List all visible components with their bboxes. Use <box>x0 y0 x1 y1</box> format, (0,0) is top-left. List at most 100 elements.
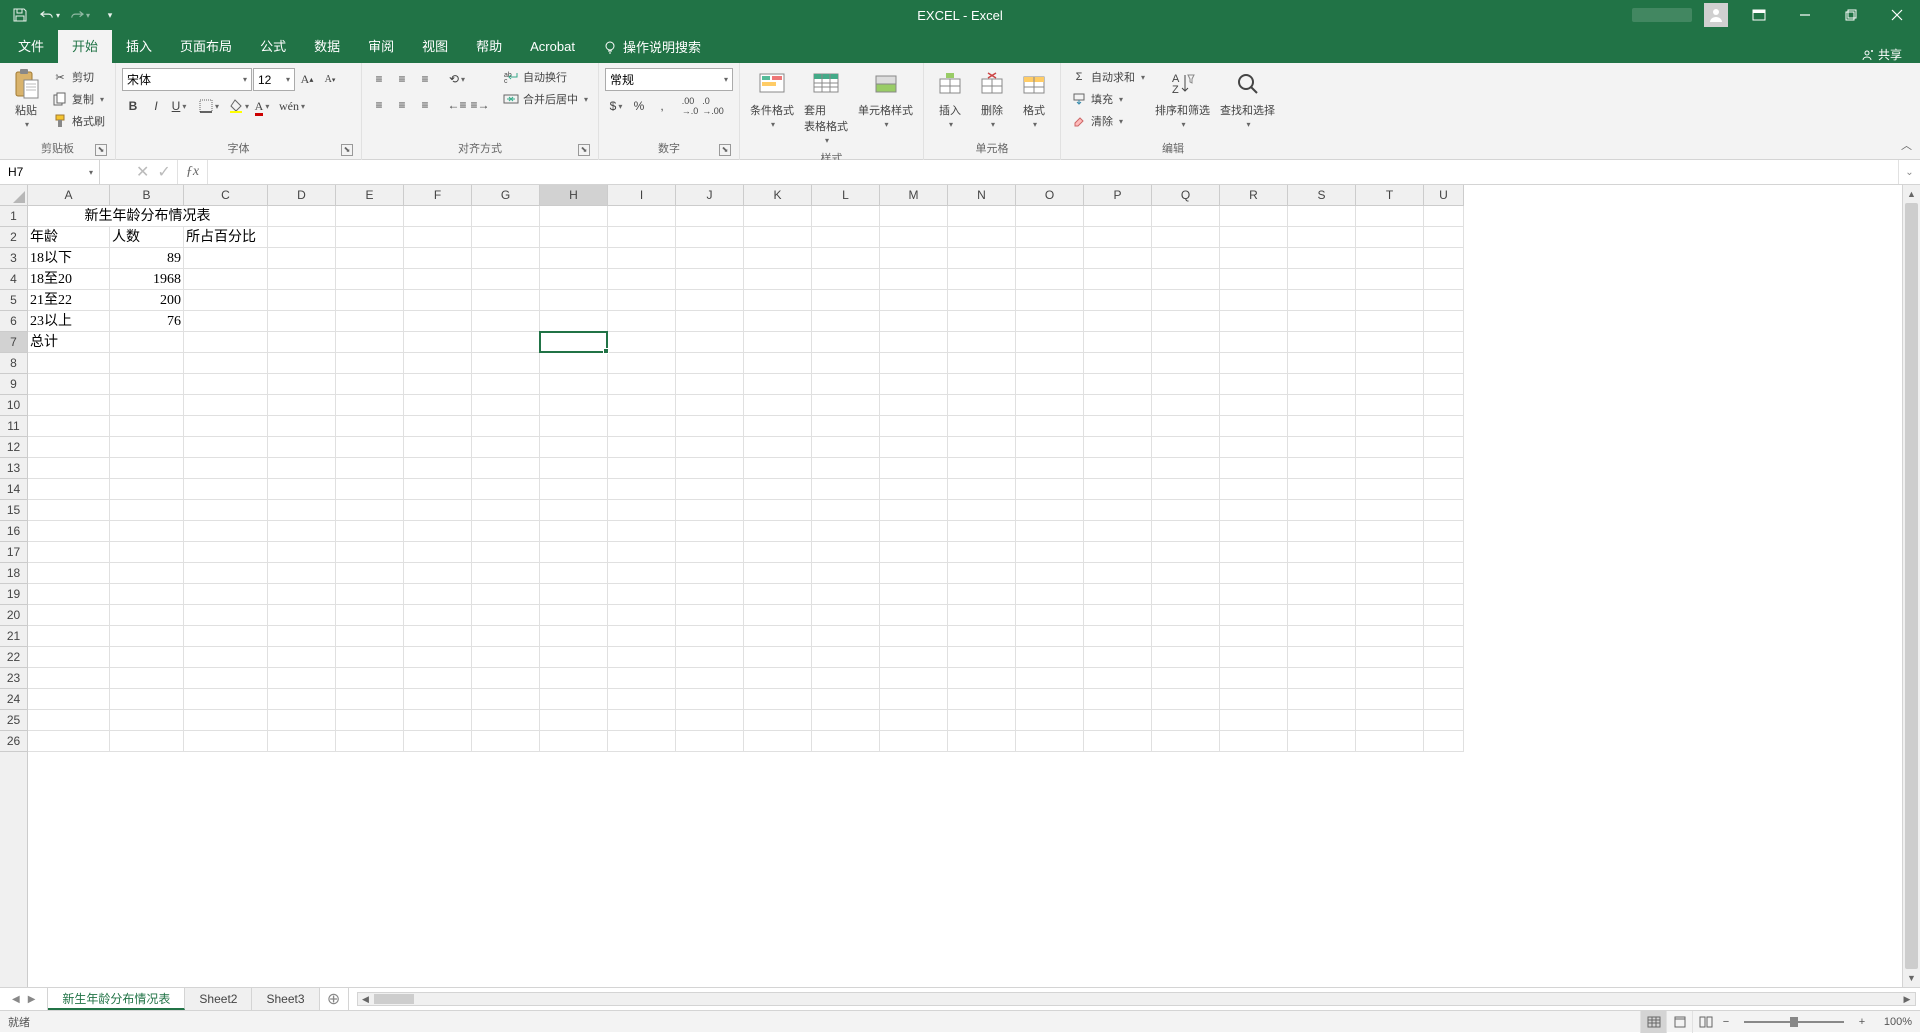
cell[interactable] <box>1424 353 1464 374</box>
cell[interactable] <box>336 710 404 731</box>
scroll-left-icon[interactable]: ◀ <box>358 994 374 1005</box>
cell[interactable] <box>1424 626 1464 647</box>
cell[interactable] <box>1084 563 1152 584</box>
cell[interactable] <box>1424 374 1464 395</box>
cell[interactable] <box>608 542 676 563</box>
cell[interactable] <box>608 647 676 668</box>
cell[interactable] <box>948 332 1016 353</box>
wrap-text-button[interactable]: abc自动换行 <box>499 66 592 88</box>
cell[interactable] <box>28 584 110 605</box>
cell[interactable] <box>540 206 608 227</box>
cell[interactable] <box>880 416 948 437</box>
cell[interactable] <box>1356 605 1424 626</box>
cell[interactable] <box>28 458 110 479</box>
cell[interactable] <box>744 311 812 332</box>
decrease-font-icon[interactable]: A▾ <box>319 69 341 91</box>
cell[interactable] <box>1356 731 1424 752</box>
cell[interactable] <box>608 332 676 353</box>
tab-file[interactable]: 文件 <box>4 30 58 63</box>
cell[interactable] <box>880 647 948 668</box>
cell[interactable] <box>1016 542 1084 563</box>
cell[interactable] <box>540 395 608 416</box>
cell[interactable] <box>1288 500 1356 521</box>
cell[interactable] <box>744 542 812 563</box>
cell[interactable] <box>184 332 268 353</box>
cell[interactable] <box>1424 290 1464 311</box>
cell[interactable] <box>812 500 880 521</box>
cell[interactable] <box>1356 248 1424 269</box>
tab-formulas[interactable]: 公式 <box>246 30 300 63</box>
cell[interactable] <box>1288 395 1356 416</box>
align-left-icon[interactable]: ≡ <box>368 94 390 116</box>
row-header[interactable]: 26 <box>0 731 27 752</box>
cell[interactable] <box>1424 563 1464 584</box>
cell[interactable] <box>744 479 812 500</box>
fill-color-button[interactable]: ▾ <box>228 95 250 117</box>
cell[interactable] <box>948 311 1016 332</box>
cell[interactable] <box>1152 668 1220 689</box>
cell[interactable] <box>744 731 812 752</box>
cell[interactable] <box>676 626 744 647</box>
cell[interactable] <box>268 437 336 458</box>
cell[interactable] <box>268 269 336 290</box>
cell[interactable] <box>880 353 948 374</box>
cell[interactable] <box>1152 731 1220 752</box>
row-header[interactable]: 18 <box>0 563 27 584</box>
cell[interactable] <box>948 626 1016 647</box>
cell[interactable] <box>812 626 880 647</box>
cell[interactable] <box>268 395 336 416</box>
cell[interactable] <box>404 290 472 311</box>
cell[interactable] <box>608 521 676 542</box>
cell[interactable] <box>404 668 472 689</box>
cell[interactable] <box>1152 374 1220 395</box>
cell[interactable] <box>28 353 110 374</box>
cell[interactable] <box>1220 290 1288 311</box>
cell[interactable] <box>880 269 948 290</box>
cell[interactable] <box>948 395 1016 416</box>
cell[interactable] <box>1084 332 1152 353</box>
cell[interactable] <box>1220 479 1288 500</box>
cell[interactable] <box>1220 374 1288 395</box>
hscroll-thumb[interactable] <box>374 994 414 1004</box>
cell[interactable] <box>812 437 880 458</box>
cell[interactable] <box>676 731 744 752</box>
cell[interactable] <box>184 290 268 311</box>
cell[interactable] <box>540 605 608 626</box>
cell[interactable] <box>472 290 540 311</box>
cell[interactable] <box>1288 290 1356 311</box>
column-header[interactable]: C <box>184 185 268 205</box>
cell[interactable] <box>1288 416 1356 437</box>
cell[interactable]: 200 <box>110 290 184 311</box>
cell[interactable] <box>184 311 268 332</box>
cell[interactable] <box>110 710 184 731</box>
cell[interactable] <box>676 479 744 500</box>
cell[interactable] <box>472 416 540 437</box>
cell[interactable] <box>336 353 404 374</box>
cell[interactable] <box>472 563 540 584</box>
cell[interactable] <box>744 710 812 731</box>
cell[interactable] <box>472 437 540 458</box>
column-header[interactable]: I <box>608 185 676 205</box>
cell[interactable] <box>28 668 110 689</box>
cell[interactable] <box>948 227 1016 248</box>
cell[interactable] <box>336 416 404 437</box>
cell[interactable] <box>540 689 608 710</box>
vertical-scrollbar[interactable]: ▲ ▼ <box>1902 185 1920 987</box>
cell[interactable] <box>1424 437 1464 458</box>
cell[interactable] <box>268 248 336 269</box>
cell[interactable] <box>1356 353 1424 374</box>
cell[interactable] <box>336 269 404 290</box>
cell[interactable] <box>28 437 110 458</box>
cell[interactable] <box>472 311 540 332</box>
cell[interactable] <box>28 521 110 542</box>
row-header[interactable]: 17 <box>0 542 27 563</box>
cell[interactable] <box>28 731 110 752</box>
cell[interactable] <box>608 668 676 689</box>
cell[interactable] <box>744 521 812 542</box>
cell[interactable] <box>184 353 268 374</box>
cell[interactable] <box>880 395 948 416</box>
cell[interactable] <box>608 395 676 416</box>
name-box[interactable]: ▾ <box>0 160 100 184</box>
cell[interactable] <box>1152 311 1220 332</box>
scroll-up-icon[interactable]: ▲ <box>1903 185 1920 203</box>
